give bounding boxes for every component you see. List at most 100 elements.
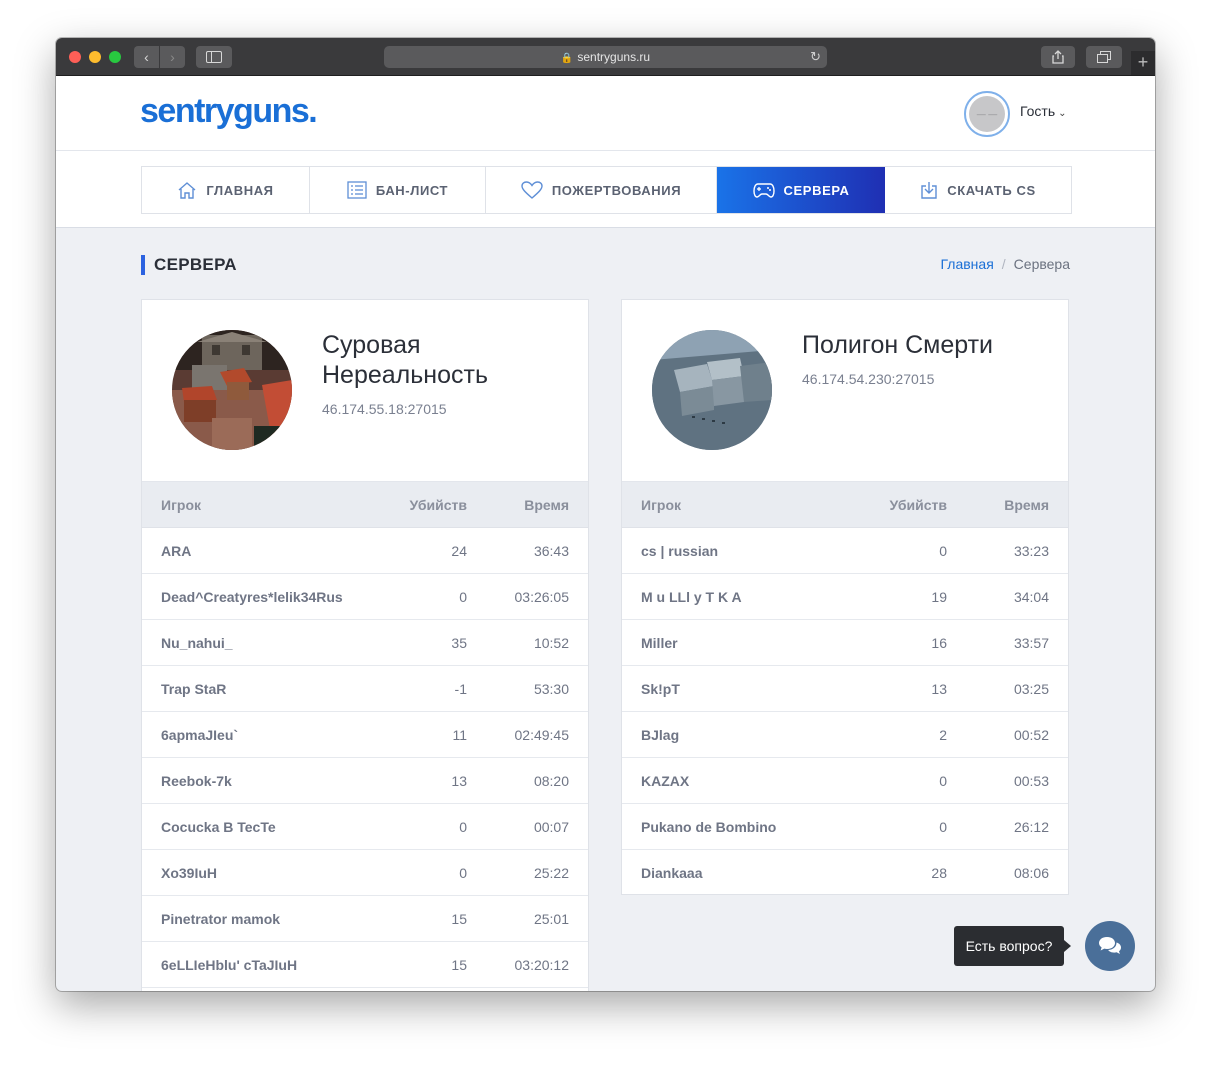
address-bar[interactable]: 🔒 sentryguns.ru ↻ (384, 46, 827, 68)
chat-tooltip[interactable]: Есть вопрос? (954, 926, 1064, 966)
nav-item-download-cs[interactable]: СКАЧАТЬ CS (885, 167, 1071, 213)
table-row: 6apmaJIeu` 11 02:49:45 (142, 712, 588, 758)
zoom-window-button[interactable] (109, 51, 121, 63)
column-player: Игрок (641, 496, 682, 513)
server-card: Суровая Нереальность 46.174.55.18:27015 … (141, 299, 589, 991)
player-name: Pinetrator mamok (161, 910, 281, 927)
players-table-header: Игрок Убийств Время (622, 482, 1068, 528)
gamepad-icon (752, 183, 775, 198)
player-time: 02:49:45 (514, 726, 570, 743)
player-time: 00:53 (1013, 772, 1049, 789)
nav-item-banlist[interactable]: БАН-ЛИСТ (310, 167, 486, 213)
home-icon (178, 182, 196, 199)
player-name: Miller (641, 634, 678, 651)
nav-item-home[interactable]: ГЛАВНАЯ (142, 167, 310, 213)
nav-item-donations[interactable]: ПОЖЕРТВОВАНИЯ (486, 167, 717, 213)
player-name: Pukano de Bombino (641, 818, 777, 835)
breadcrumb-current: Сервера (1013, 256, 1070, 272)
table-row: ARA 24 36:43 (142, 528, 588, 574)
chevron-right-icon: › (170, 49, 175, 65)
table-row: Nu_nahui_ 35 10:52 (142, 620, 588, 666)
chat-tooltip-arrow (1064, 940, 1071, 952)
table-row: Pukano de Bombino 0 26:12 (622, 804, 1068, 850)
player-kills: 0 (939, 772, 947, 789)
player-name: Reebok-7k (161, 772, 232, 789)
share-button[interactable] (1041, 46, 1075, 68)
player-name: M u LLl y T K A (641, 588, 742, 605)
players-table-header: Игрок Убийств Время (142, 482, 588, 528)
table-row: M u LLl y T K A 19 34:04 (622, 574, 1068, 620)
column-kills: Убийств (409, 496, 467, 513)
player-kills: 0 (939, 542, 947, 559)
nav-item-label: СЕРВЕРА (783, 182, 850, 198)
map-thumbnail (172, 330, 292, 450)
column-kills: Убийств (889, 496, 947, 513)
user-name: Гость (1020, 103, 1056, 119)
close-window-button[interactable] (69, 51, 81, 63)
table-row: 6eLLIeHblu' cTaJIuH 15 03:20:12 (142, 942, 588, 988)
player-kills: 19 (931, 588, 947, 605)
player-kills: 0 (459, 864, 467, 881)
minimize-window-button[interactable] (89, 51, 101, 63)
url-text: sentryguns.ru (577, 50, 651, 64)
column-time: Время (1004, 496, 1049, 513)
share-icon (1052, 50, 1064, 64)
player-name: Trap StaR (161, 680, 227, 697)
sidebar-icon (206, 51, 222, 63)
player-time: 03:26:05 (514, 588, 570, 605)
player-name: ARA (161, 542, 192, 559)
avatar[interactable]: — — (964, 91, 1010, 137)
nav-item-servers[interactable]: СЕРВЕРА (717, 167, 885, 213)
chat-button[interactable] (1085, 921, 1135, 971)
server-address[interactable]: 46.174.55.18:27015 (322, 401, 447, 417)
table-row: Sk!pT 13 03:25 (622, 666, 1068, 712)
player-time: 03:20:12 (514, 956, 570, 973)
player-time: 53:30 (533, 680, 569, 697)
player-name: KAZAX (641, 772, 690, 789)
tabs-icon (1097, 51, 1111, 63)
column-player: Игрок (161, 496, 202, 513)
lock-icon: 🔒 (560, 53, 574, 64)
player-time: 33:23 (1013, 542, 1049, 559)
main-nav-bar: ГЛАВНАЯ БАН-ЛИСТ ПОЖЕРТВОВАНИЯ СЕРВЕРА С… (56, 151, 1155, 228)
player-kills: 0 (459, 588, 467, 605)
new-tab-button[interactable]: + (1131, 51, 1155, 75)
player-time: 26:12 (1013, 818, 1049, 835)
forward-button[interactable]: › (160, 46, 185, 68)
server-name: Полигон Смерти (802, 331, 994, 359)
table-row: BJlag 2 00:52 (622, 712, 1068, 758)
player-time: 08:20 (533, 772, 569, 789)
player-name: cs | russian (641, 542, 719, 559)
nav-item-label: ПОЖЕРТВОВАНИЯ (551, 182, 682, 198)
players-table-body: ARA 24 36:43 Dead^Creatyres*lelik34Rus 0 03:… (142, 528, 588, 988)
player-name: BJlag (641, 726, 680, 743)
nav-item-label: СКАЧАТЬ CS (947, 182, 1036, 198)
server-address[interactable]: 46.174.54.230:27015 (802, 371, 934, 387)
table-row: Pinetrator mamok 15 25:01 (142, 896, 588, 942)
table-row: Trap StaR -1 53:30 (142, 666, 588, 712)
player-time: 03:25 (1013, 680, 1049, 697)
site-logo[interactable]: sentryguns. (140, 92, 318, 131)
player-time: 10:52 (533, 634, 569, 651)
reload-icon[interactable]: ↻ (810, 46, 821, 68)
player-kills: 13 (931, 680, 947, 697)
browser-window: ‹ › 🔒 sentryguns.ru ↻ + sentryguns. — — … (56, 38, 1155, 991)
back-button[interactable]: ‹ (134, 46, 159, 68)
breadcrumb-separator: / (1001, 256, 1006, 272)
player-name: Diankaaa (641, 864, 703, 881)
table-row: Diankaaa 28 08:06 (622, 850, 1068, 895)
tab-overview-button[interactable] (1086, 46, 1122, 68)
player-kills: 2 (939, 726, 947, 743)
column-time: Время (524, 496, 569, 513)
player-kills: 24 (451, 542, 467, 559)
player-time: 33:57 (1013, 634, 1049, 651)
players-table-body: cs | russian 0 33:23 M u LLl y T K A 19 34:0… (622, 528, 1068, 895)
chevron-left-icon: ‹ (144, 49, 149, 65)
map-thumbnail (652, 330, 772, 450)
breadcrumb: Главная / Сервера (940, 256, 1070, 272)
chat-bubbles-icon (1099, 937, 1121, 954)
user-menu[interactable]: Гость ⌄ (1020, 103, 1067, 119)
breadcrumb-home-link[interactable]: Главная (940, 256, 993, 272)
sidebar-toggle-button[interactable] (196, 46, 232, 68)
main-nav: ГЛАВНАЯ БАН-ЛИСТ ПОЖЕРТВОВАНИЯ СЕРВЕРА С… (141, 166, 1072, 214)
